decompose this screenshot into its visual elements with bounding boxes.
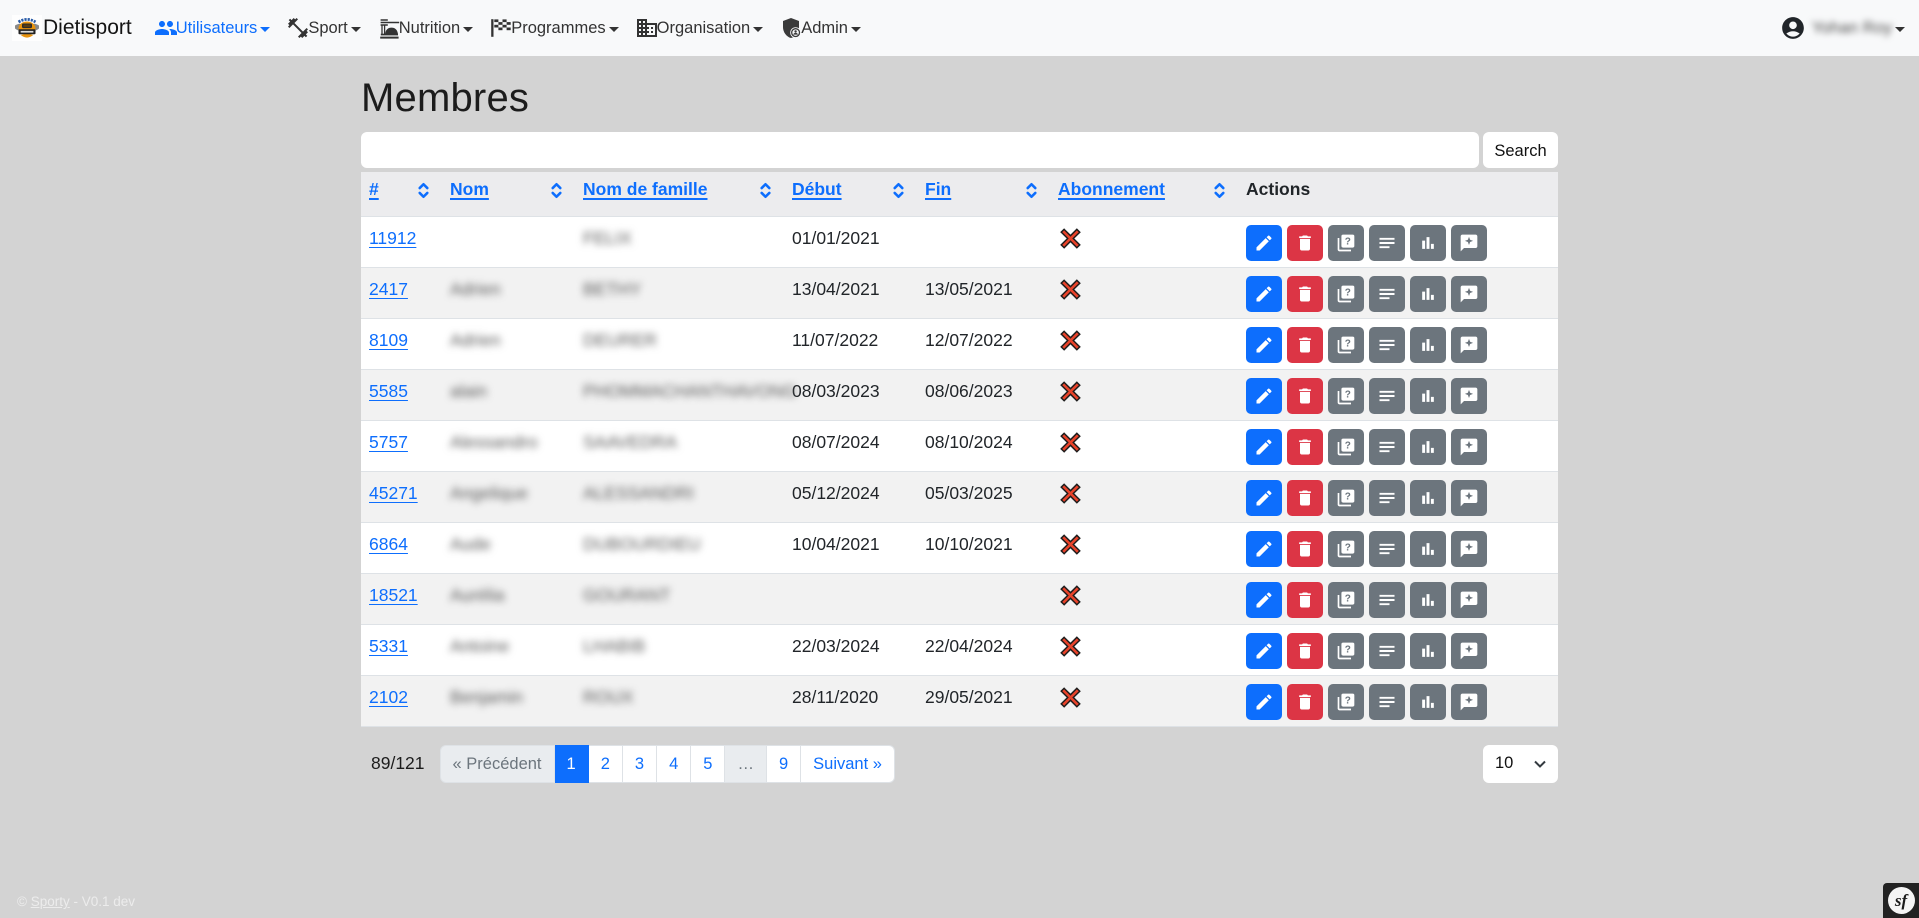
svg-text:?: ?: [1345, 287, 1351, 298]
svg-text:?: ?: [1345, 644, 1351, 655]
svg-text:?: ?: [1345, 491, 1351, 502]
svg-text:?: ?: [1345, 593, 1351, 604]
svg-text:?: ?: [1345, 542, 1351, 553]
svg-text:?: ?: [1345, 695, 1351, 706]
svg-text:?: ?: [1345, 389, 1351, 400]
svg-text:?: ?: [1345, 236, 1351, 247]
svg-text:?: ?: [1345, 338, 1351, 349]
svg-text:?: ?: [1345, 440, 1351, 451]
